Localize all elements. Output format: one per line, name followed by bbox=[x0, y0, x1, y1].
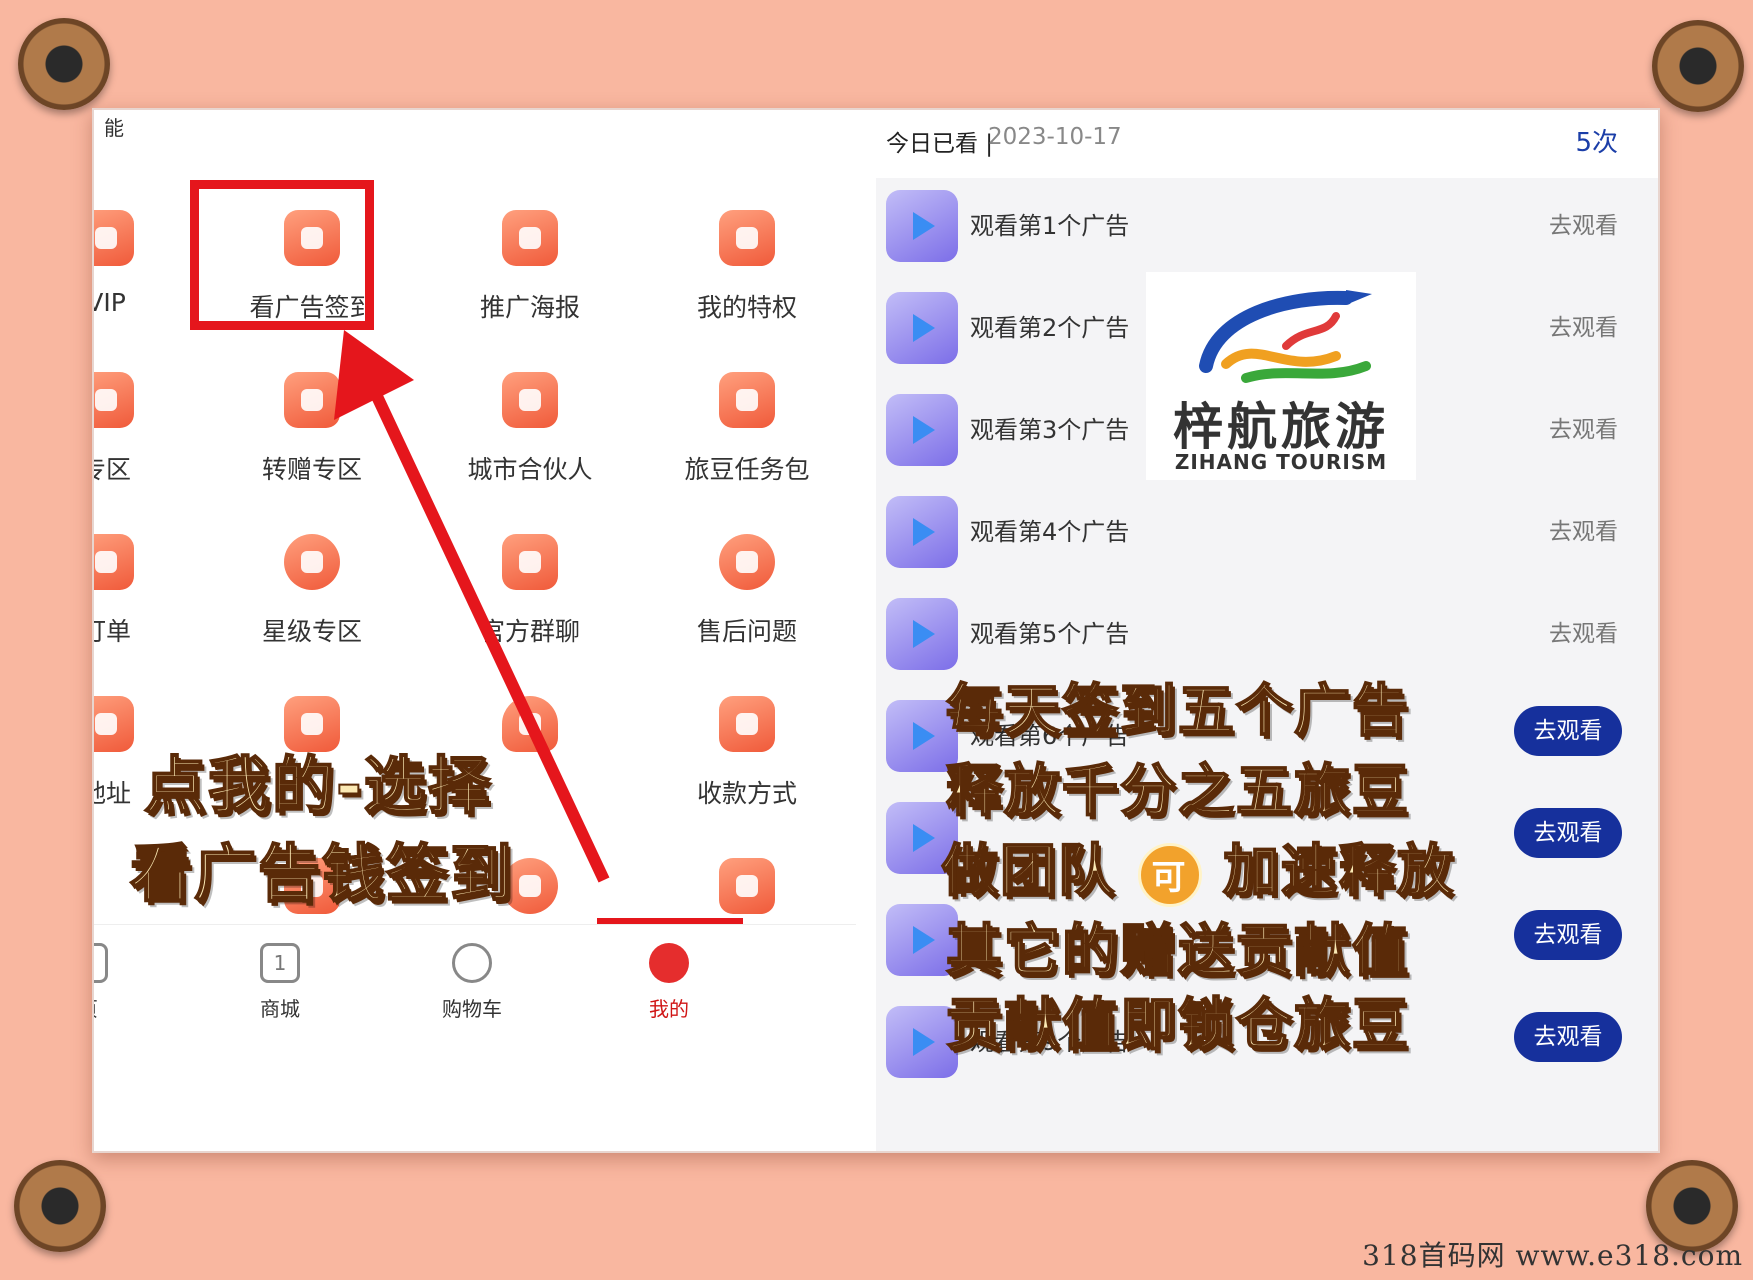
cut-text: 能 bbox=[104, 116, 124, 140]
nav-mine[interactable]: 我的 bbox=[609, 943, 729, 1022]
menu-item-h5[interactable] bbox=[647, 858, 847, 914]
watch-button[interactable]: 去观看 bbox=[1549, 410, 1618, 444]
pin-top-right bbox=[1652, 20, 1744, 112]
left-panel-menu: 能 VIP 看广告签到 推广海报 我的特权 专区 转赠专区 城市 bbox=[94, 110, 856, 1151]
menu-item-vip[interactable]: VIP bbox=[94, 210, 206, 317]
badge-check-icon bbox=[719, 534, 775, 590]
watch-button[interactable]: 去观看 bbox=[1514, 910, 1622, 960]
ad-row-4: 观看第4个广告 去观看 bbox=[876, 488, 1658, 590]
play-icon bbox=[886, 292, 958, 364]
nav-cart[interactable]: 购物车 bbox=[412, 943, 532, 1022]
compass-icon bbox=[452, 943, 492, 983]
logo-cn-text: 梓航旅游 bbox=[1173, 398, 1389, 456]
logo-swoosh-icon bbox=[1199, 290, 1372, 383]
watched-count: 5次 bbox=[1575, 128, 1618, 158]
pin-top-left bbox=[18, 18, 110, 110]
nav-mall[interactable]: 1 商城 bbox=[220, 943, 340, 1022]
logo-en-text: ZIHANG TOURISM bbox=[1174, 450, 1388, 474]
watch-button[interactable]: 去观看 bbox=[1549, 614, 1618, 648]
watch-button[interactable]: 去观看 bbox=[1514, 1012, 1622, 1062]
menu-item-after-sales[interactable]: 售后问题 bbox=[647, 534, 847, 648]
menu-item-zone[interactable]: 专区 bbox=[94, 372, 206, 486]
ad-header: 今日已看 | 2023-10-17 5次 bbox=[876, 110, 1658, 178]
order-icon bbox=[94, 534, 134, 590]
vip-icon bbox=[94, 210, 134, 266]
screenshot-frame: 能 VIP 看广告签到 推广海报 我的特权 专区 转赠专区 城市 bbox=[92, 108, 1660, 1153]
menu-item-promo-poster[interactable]: 推广海报 bbox=[430, 210, 630, 324]
watch-button[interactable]: 去观看 bbox=[1514, 808, 1622, 858]
user-face-icon bbox=[649, 943, 689, 983]
menu-item-privilege[interactable]: 我的特权 bbox=[647, 210, 847, 324]
gift-icon bbox=[719, 372, 775, 428]
ad-row-1: 观看第1个广告 去观看 bbox=[876, 182, 1658, 284]
promo-line-1: 每天签到五个广告 bbox=[945, 678, 1410, 745]
pin-bottom-left bbox=[14, 1160, 106, 1252]
right-panel-ad-list: 今日已看 | 2023-10-17 5次 观看第1个广告 去观看 观看第2个广告… bbox=[876, 110, 1658, 1151]
watermark: 318首码网 www.e318.com bbox=[1362, 1239, 1743, 1272]
highlight-ad-checkin bbox=[190, 180, 374, 330]
nav-home[interactable]: 页 bbox=[94, 943, 148, 1022]
badge-ke: 可 bbox=[1137, 842, 1202, 907]
play-icon bbox=[886, 496, 958, 568]
bottom-nav: 页 1 商城 购物车 我的 bbox=[94, 924, 856, 1044]
home-icon bbox=[94, 943, 108, 983]
watch-button[interactable]: 去观看 bbox=[1549, 308, 1618, 342]
play-icon bbox=[886, 394, 958, 466]
calendar-icon: 1 bbox=[260, 943, 300, 983]
today-date: 2023-10-17 bbox=[988, 124, 1122, 150]
promo-line-5: 贡献值即锁仓旅豆 bbox=[945, 992, 1410, 1059]
menu-item-orders[interactable]: 订单 bbox=[94, 534, 206, 648]
play-icon bbox=[886, 190, 958, 262]
overlay-line-1: 点我的-选择 bbox=[143, 748, 492, 823]
wallet-icon bbox=[719, 696, 775, 752]
watch-button[interactable]: 去观看 bbox=[1549, 206, 1618, 240]
poster-icon bbox=[502, 210, 558, 266]
crown-icon bbox=[719, 210, 775, 266]
play-icon bbox=[886, 598, 958, 670]
promo-line-4: 其它的赠送贡献值 bbox=[945, 918, 1410, 985]
overlay-line-2: 看广告钱签到 bbox=[129, 836, 515, 911]
promo-line-2: 释放千分之五旅豆 bbox=[945, 758, 1410, 825]
menu-item-payment-method[interactable]: 收款方式 bbox=[647, 696, 847, 810]
zone-icon bbox=[94, 372, 134, 428]
menu-item-task-pack[interactable]: 旅豆任务包 bbox=[647, 372, 847, 486]
watch-button[interactable]: 去观看 bbox=[1514, 706, 1622, 756]
promo-line-3: 做团队 可 加速释放 bbox=[941, 826, 1455, 907]
h5-icon bbox=[719, 858, 775, 914]
zihang-logo: 梓航旅游 ZIHANG TOURISM bbox=[1146, 272, 1416, 480]
watch-button[interactable]: 去观看 bbox=[1549, 512, 1618, 546]
location-icon bbox=[94, 696, 134, 752]
today-watched-label: 今日已看 | bbox=[886, 131, 994, 157]
